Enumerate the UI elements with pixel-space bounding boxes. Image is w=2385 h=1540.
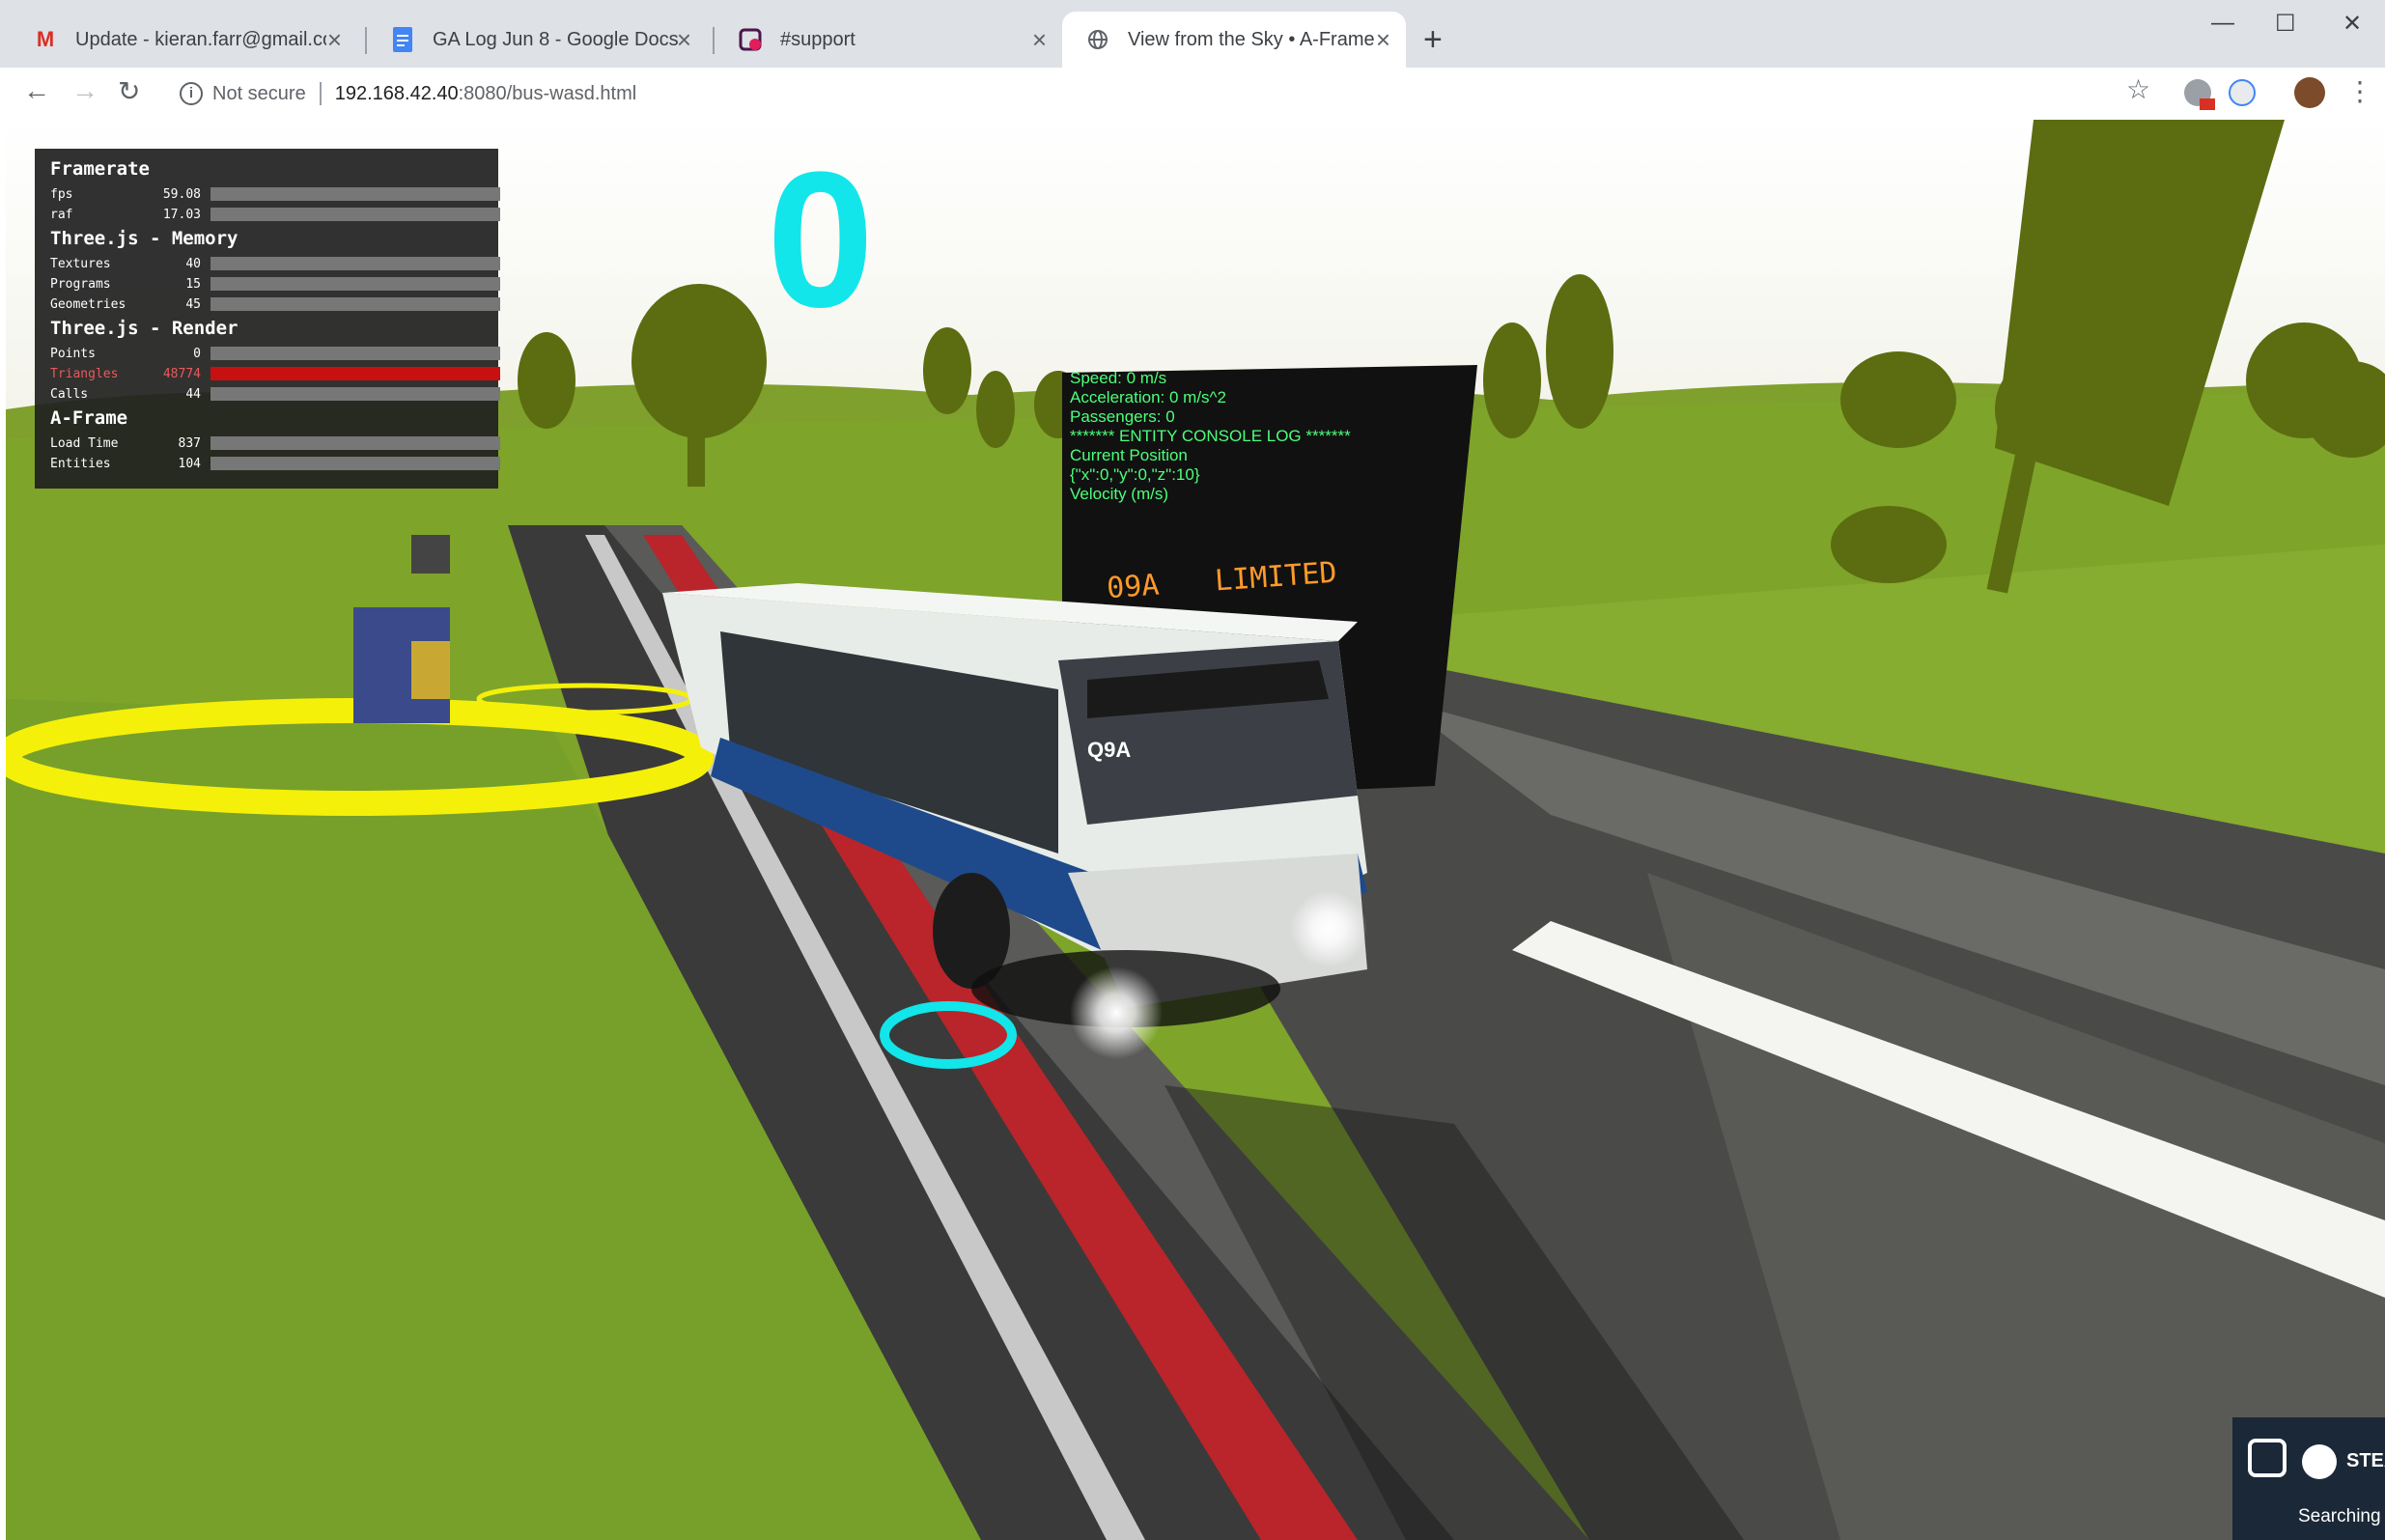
- stats-row-entities: Entities 104: [50, 457, 500, 471]
- security-label: Not secure: [212, 82, 306, 104]
- url-path: :8080/bus-wasd.html: [458, 82, 637, 104]
- console-line: Velocity (m/s): [1070, 485, 1169, 503]
- bus-sign-route: 09A: [1106, 568, 1161, 606]
- tab-title: View from the Sky • A-Frame: [1128, 28, 1375, 50]
- stats-row-points: Points 0: [50, 347, 500, 361]
- console-line: Current Position: [1070, 446, 1188, 464]
- stats-section-title: Framerate: [50, 158, 150, 180]
- stats-row-programs: Programs 15: [50, 277, 500, 292]
- profile-avatar[interactable]: [2294, 77, 2325, 108]
- slack-icon: [738, 27, 763, 52]
- close-icon[interactable]: ×: [327, 25, 342, 55]
- console-line: Speed: 0 m/s: [1070, 369, 1167, 387]
- info-icon[interactable]: i: [180, 82, 203, 105]
- google-docs-icon: [390, 27, 415, 52]
- address-bar[interactable]: i Not secure 192.168.42.40 :8080/bus-was…: [170, 75, 636, 112]
- close-icon[interactable]: ×: [1376, 25, 1390, 55]
- tab-a-frame[interactable]: View from the Sky • A-Frame ×: [1062, 12, 1406, 68]
- tab-title: GA Log Jun 8 - Google Docs: [433, 28, 679, 50]
- steam-title: STEA: [2346, 1450, 2385, 1471]
- console-line: Acceleration: 0 m/s^2: [1070, 388, 1226, 406]
- tab-support[interactable]: #support ×: [715, 12, 1062, 68]
- stats-row-load-time: Load Time 837: [50, 436, 500, 451]
- back-icon[interactable]: ←: [23, 75, 50, 106]
- tab-title: #support: [780, 28, 856, 50]
- console-line: Passengers: 0: [1070, 407, 1175, 426]
- stats-row-raf: raf 17.03: [50, 208, 500, 222]
- tab-strip: M Update - kieran.farr@gmail.com × GA Lo…: [0, 0, 2385, 68]
- counter-number: 0: [767, 132, 875, 348]
- globe-icon: [1085, 27, 1110, 52]
- stats-row-triangles: Triangles 48774: [50, 367, 500, 381]
- stats-row-fps: fps 59.08: [50, 187, 500, 202]
- reload-icon[interactable]: ↻: [118, 75, 140, 107]
- stats-section-title: Three.js - Render: [50, 318, 238, 339]
- url-host: 192.168.42.40: [334, 82, 459, 104]
- stats-row-geometries: Geometries 45: [50, 297, 500, 312]
- maximize-icon[interactable]: ☐: [2275, 10, 2296, 38]
- extension-icon[interactable]: [2229, 79, 2256, 106]
- new-tab-button[interactable]: +: [1423, 21, 1443, 59]
- stats-section-title: A-Frame: [50, 407, 128, 429]
- tab-google-docs[interactable]: GA Log Jun 8 - Google Docs ×: [367, 12, 707, 68]
- window-close-icon[interactable]: ✕: [2343, 10, 2362, 38]
- app-icon: [2248, 1439, 2287, 1477]
- tab-gmail[interactable]: M Update - kieran.farr@gmail.com ×: [10, 12, 357, 68]
- bookmark-star-icon[interactable]: ☆: [2126, 73, 2150, 105]
- console-line: ******* ENTITY CONSOLE LOG *******: [1070, 427, 1351, 445]
- stats-section-title: Three.js - Memory: [50, 228, 238, 249]
- forward-icon[interactable]: →: [71, 75, 98, 106]
- steam-logo-icon: [2302, 1444, 2337, 1479]
- address-divider: [319, 82, 322, 105]
- gmail-icon: M: [36, 27, 55, 51]
- steam-notification[interactable]: STEA Searching: [2232, 1417, 2385, 1540]
- menu-icon[interactable]: ⋮: [2346, 75, 2373, 107]
- minimize-icon[interactable]: —: [2211, 10, 2234, 37]
- steam-status: Searching: [2298, 1506, 2381, 1526]
- close-icon[interactable]: ×: [1032, 25, 1047, 55]
- entity-console-log: Speed: 0 m/s Acceleration: 0 m/s^2 Passe…: [1070, 369, 1351, 504]
- bus-route-label: Q9A: [1087, 738, 1132, 762]
- stats-panel: Framerate fps 59.08 raf 17.03 Three.js - M…: [35, 149, 500, 489]
- close-icon[interactable]: ×: [677, 25, 691, 55]
- browser-toolbar: ← → ↻ i Not secure 192.168.42.40 :8080/b…: [0, 68, 2385, 121]
- stats-row-calls: Calls 44: [50, 387, 500, 402]
- tab-title: Update - kieran.farr@gmail.com: [75, 28, 326, 50]
- console-line: {"x":0,"y":0,"z":10}: [1070, 465, 1200, 484]
- extension-icon[interactable]: [2184, 79, 2215, 110]
- stats-row-textures: Textures 40: [50, 257, 500, 271]
